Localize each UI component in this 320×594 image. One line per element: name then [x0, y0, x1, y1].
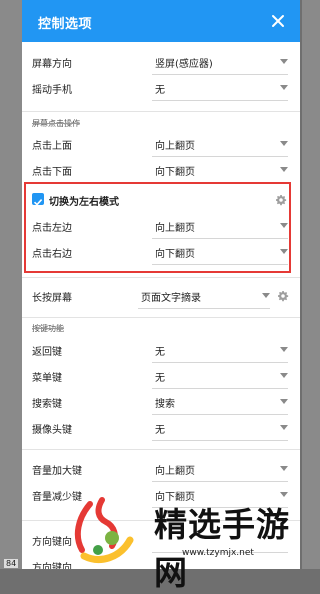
row-value: 向下翻页 — [155, 167, 195, 178]
row-value: 向上翻页 — [155, 141, 195, 152]
row-value: 无 — [155, 425, 165, 436]
divider — [22, 277, 300, 278]
row-label: 搜索键 — [32, 399, 62, 410]
field-underline — [152, 100, 288, 101]
row-value: 页面文字摘录 — [141, 293, 201, 304]
row-tap-top[interactable]: 点击上面 向上翻页 — [22, 131, 300, 157]
row-label: 返回键 — [32, 347, 62, 358]
row-label: 音量加大键 — [32, 466, 82, 477]
row-value: 向下翻页 — [155, 249, 195, 260]
row-label: 点击上面 — [32, 141, 72, 152]
dropdown-arrow-icon — [280, 167, 288, 172]
watermark-brand: 精选手游网 — [154, 505, 290, 592]
row-label: 点击左边 — [32, 223, 72, 234]
row-value: 向上翻页 — [155, 466, 195, 477]
close-icon[interactable] — [266, 9, 290, 33]
row-long-press[interactable]: 长按屏幕 页面文字摘录 — [22, 283, 300, 309]
row-volume-up-key[interactable]: 音量加大键 向上翻页 — [22, 456, 300, 482]
row-tap-right[interactable]: 点击右边 向下翻页 — [22, 239, 300, 265]
dropdown-arrow-icon — [280, 466, 288, 471]
field-underline — [152, 440, 288, 441]
row-label: 点击下面 — [32, 167, 72, 178]
row-label: 屏幕方向 — [32, 59, 72, 70]
dropdown-arrow-icon — [280, 373, 288, 378]
dropdown-arrow-icon — [280, 347, 288, 352]
row-value: 无 — [155, 85, 165, 96]
watermark-logo-icon — [74, 497, 134, 563]
row-value: 向上翻页 — [155, 223, 195, 234]
divider — [22, 449, 300, 450]
dialog-title: 控制选项 — [38, 17, 93, 32]
dropdown-arrow-icon — [280, 399, 288, 404]
row-label: 长按屏幕 — [32, 293, 72, 304]
watermark-url: www.tzymjx.net — [182, 548, 254, 558]
row-back-key[interactable]: 返回键 无 — [22, 337, 300, 363]
dropdown-arrow-icon — [280, 425, 288, 430]
field-underline — [152, 264, 288, 265]
row-tap-left[interactable]: 点击左边 向上翻页 — [22, 213, 300, 239]
row-value: 无 — [155, 347, 165, 358]
section-header-keys: 按键功能 — [32, 324, 64, 333]
row-label: 摄像头键 — [32, 425, 72, 436]
dropdown-arrow-icon — [280, 59, 288, 64]
dropdown-arrow-icon — [280, 141, 288, 146]
watermark: 精选手游网 www.tzymjx.net — [58, 492, 320, 592]
dialog-titlebar: 控制选项 — [22, 0, 300, 42]
dropdown-arrow-icon — [280, 223, 288, 228]
row-camera-key[interactable]: 摄像头键 无 — [22, 415, 300, 441]
row-menu-key[interactable]: 菜单键 无 — [22, 363, 300, 389]
row-tap-bottom[interactable]: 点击下面 向下翻页 — [22, 157, 300, 183]
dropdown-arrow-icon — [280, 249, 288, 254]
control-options-dialog: 控制选项 屏幕方向 竖屏(感应器) 摇动手机 无 屏幕点击操作 点击上面 向上翻… — [22, 0, 300, 569]
toggle-label: 切换为左右模式 — [49, 197, 119, 208]
row-search-key[interactable]: 搜索键 搜索 — [22, 389, 300, 415]
checkbox-checked-icon[interactable] — [32, 193, 44, 206]
row-screen-orientation[interactable]: 屏幕方向 竖屏(感应器) — [22, 49, 300, 75]
dropdown-arrow-icon — [280, 85, 288, 90]
dropdown-arrow-icon — [262, 293, 270, 298]
row-value: 搜索 — [155, 399, 175, 410]
row-value: 无 — [155, 373, 165, 384]
field-underline — [138, 308, 270, 309]
row-value: 竖屏(感应器) — [155, 59, 213, 70]
background-page-number: 84 — [4, 559, 19, 568]
gear-icon[interactable] — [277, 290, 289, 302]
row-label: 摇动手机 — [32, 85, 72, 96]
row-label: 点击右边 — [32, 249, 72, 260]
row-shake-phone[interactable]: 摇动手机 无 — [22, 75, 300, 101]
divider — [22, 111, 300, 112]
background-page-right — [302, 0, 320, 569]
divider — [22, 317, 300, 318]
row-label: 菜单键 — [32, 373, 62, 384]
background-page-left — [0, 0, 22, 569]
gear-icon[interactable] — [275, 194, 287, 206]
row-toggle-left-right[interactable]: 切换为左右模式 — [22, 187, 300, 213]
section-header-tap: 屏幕点击操作 — [32, 119, 80, 128]
